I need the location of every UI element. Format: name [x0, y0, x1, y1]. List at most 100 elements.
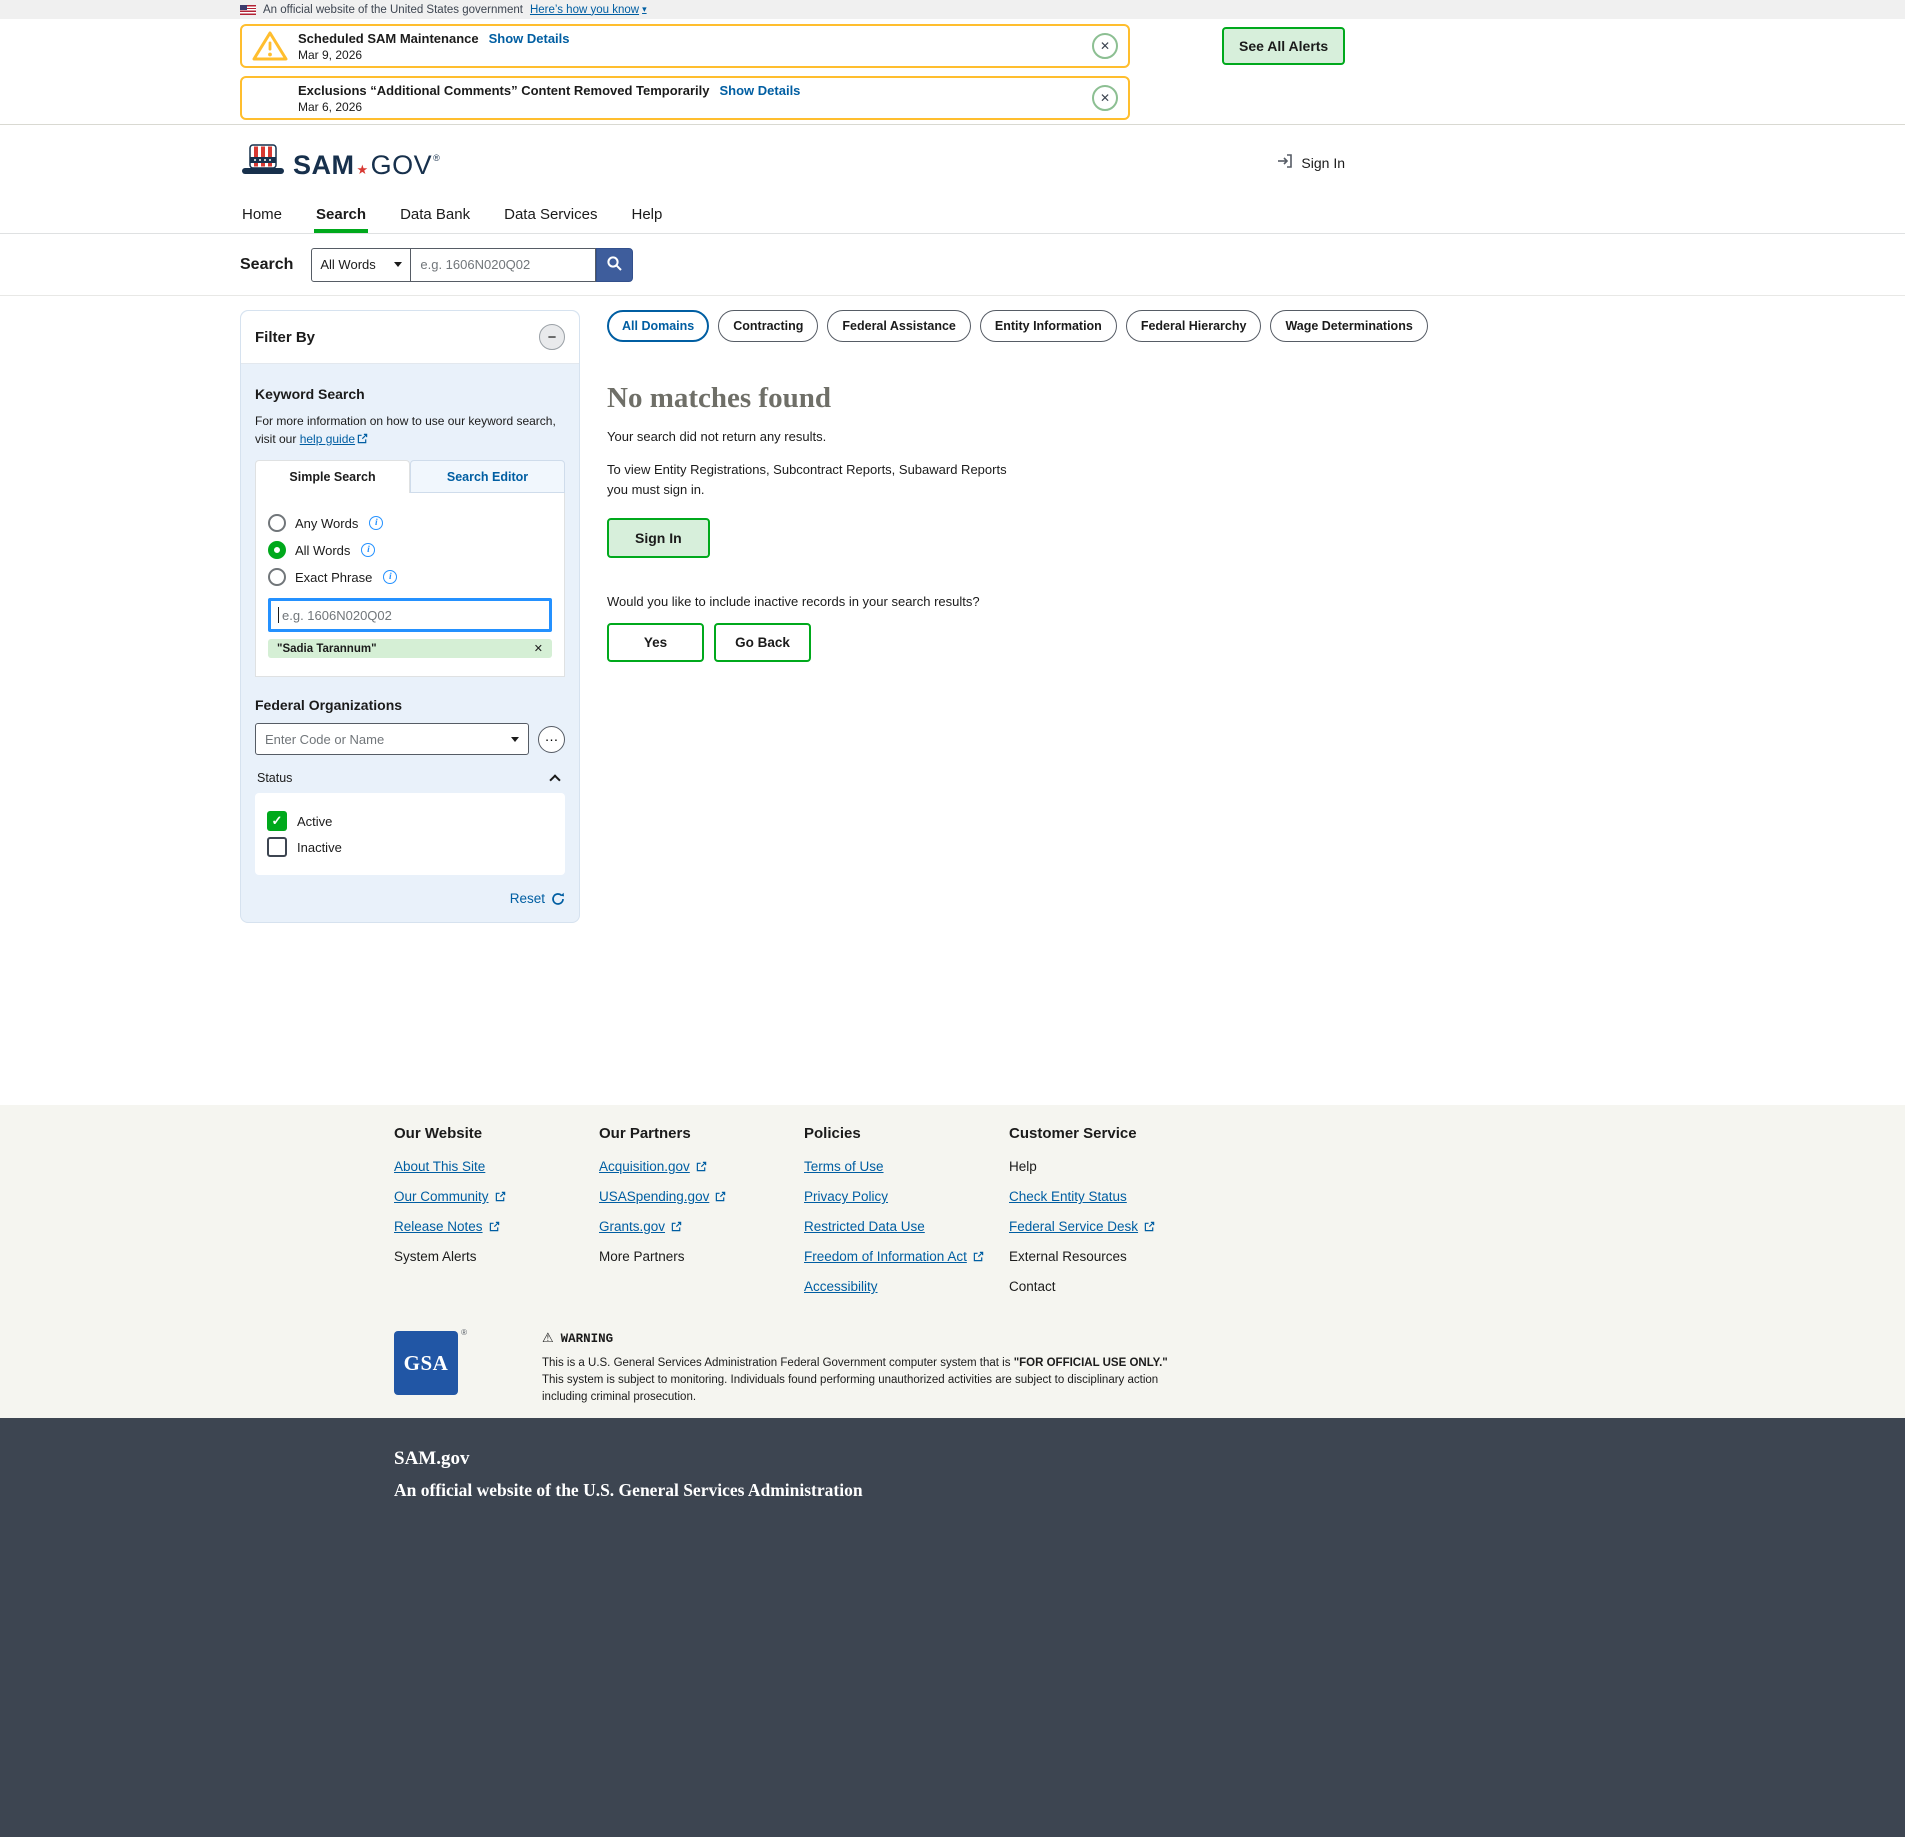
pill-federal-assistance[interactable]: Federal Assistance: [827, 310, 970, 342]
sign-in-button[interactable]: Sign In: [607, 518, 710, 558]
logo-sam-text: SAM: [293, 150, 355, 181]
footer-link-foia[interactable]: Freedom of Information Act: [804, 1249, 984, 1264]
radio-circle: [268, 514, 286, 532]
footer-link-grants-gov[interactable]: Grants.gov: [599, 1219, 682, 1234]
radio-all-words[interactable]: All Words i: [268, 541, 552, 559]
link-label: USASpending.gov: [599, 1189, 709, 1204]
gsa-logo-wrap: GSA ®: [394, 1331, 458, 1395]
keyword-search-title: Keyword Search: [255, 386, 565, 402]
pill-contracting[interactable]: Contracting: [718, 310, 818, 342]
alert-title: Scheduled SAM Maintenance: [298, 31, 479, 46]
alert-maintenance: Scheduled SAM Maintenance Show Details M…: [240, 24, 1130, 68]
footer-link-our-community[interactable]: Our Community: [394, 1189, 506, 1204]
close-icon[interactable]: ✕: [1092, 85, 1118, 111]
show-details-link[interactable]: Show Details: [720, 83, 801, 98]
external-link-icon: [715, 1191, 726, 1202]
dark-footer-title: SAM.gov: [394, 1448, 1905, 1470]
pill-entity-information[interactable]: Entity Information: [980, 310, 1117, 342]
checkbox-active[interactable]: ✓ Active: [267, 811, 553, 831]
inactive-records-question: Would you like to include inactive recor…: [607, 594, 1352, 609]
flag-canton: [240, 5, 247, 11]
sign-in-label: Sign In: [1301, 155, 1345, 171]
footer-link-system-alerts[interactable]: System Alerts: [394, 1249, 477, 1264]
nav-data-bank[interactable]: Data Bank: [398, 200, 472, 233]
footer-link-terms-of-use[interactable]: Terms of Use: [804, 1159, 884, 1174]
nav-home[interactable]: Home: [240, 200, 284, 233]
footer-link-contact[interactable]: Contact: [1009, 1279, 1056, 1294]
alert-body: Scheduled SAM Maintenance Show Details M…: [298, 31, 1080, 62]
info-icon[interactable]: i: [383, 570, 397, 584]
nav-help[interactable]: Help: [629, 200, 664, 233]
chip-remove-icon[interactable]: ✕: [534, 642, 543, 655]
footer-col-title: Our Website: [394, 1125, 599, 1142]
org-more-options-button[interactable]: …: [538, 726, 565, 753]
filter-panel-header: Filter By −: [241, 311, 579, 364]
search-input[interactable]: [411, 248, 596, 282]
dark-footer: SAM.gov An official website of the U.S. …: [0, 1418, 1905, 1837]
refresh-icon: [551, 892, 565, 906]
tab-simple-search[interactable]: Simple Search: [255, 460, 410, 493]
info-icon[interactable]: i: [369, 516, 383, 530]
keyword-input[interactable]: [268, 598, 552, 632]
warning-p1-bold: "FOR OFFICIAL USE ONLY.": [1014, 1357, 1168, 1369]
sam-gov-logo[interactable]: SAM ★ GOV ®: [240, 144, 440, 181]
no-matches-heading: No matches found: [607, 382, 1352, 415]
footer-link-federal-service-desk[interactable]: Federal Service Desk: [1009, 1219, 1155, 1234]
collapse-filters-button[interactable]: −: [539, 324, 565, 350]
org-select-placeholder: Enter Code or Name: [265, 732, 384, 747]
footer-link-check-entity-status[interactable]: Check Entity Status: [1009, 1189, 1127, 1204]
no-results-subtext: Your search did not return any results.: [607, 429, 1352, 444]
status-section-header[interactable]: Status: [255, 769, 565, 793]
keyword-chip: "Sadia Tarannum" ✕: [268, 639, 552, 658]
chevron-down-icon: [511, 737, 519, 742]
reset-filters-link[interactable]: Reset: [255, 891, 565, 906]
nav-data-services[interactable]: Data Services: [502, 200, 599, 233]
footer-link-usaspending-gov[interactable]: USASpending.gov: [599, 1189, 726, 1204]
search-scope-select[interactable]: All Words: [311, 248, 411, 282]
footer-link-release-notes[interactable]: Release Notes: [394, 1219, 500, 1234]
footer-link-help[interactable]: Help: [1009, 1159, 1037, 1174]
close-icon[interactable]: ✕: [1092, 33, 1118, 59]
footer-link-more-partners[interactable]: More Partners: [599, 1249, 685, 1264]
top-hat-icon: [240, 144, 286, 181]
radio-exact-phrase[interactable]: Exact Phrase i: [268, 568, 552, 586]
primary-nav: Home Search Data Bank Data Services Help: [0, 200, 1905, 234]
footer-link-external-resources[interactable]: External Resources: [1009, 1249, 1127, 1264]
filter-panel: Filter By − Keyword Search For more info…: [240, 310, 580, 923]
footer-link-about-this-site[interactable]: About This Site: [394, 1159, 485, 1174]
footer-columns: Our Website About This Site Our Communit…: [394, 1125, 1905, 1309]
search-label: Search: [240, 256, 293, 274]
link-label: Our Community: [394, 1189, 489, 1204]
footer-col-customer-service: Customer Service Help Check Entity Statu…: [1009, 1125, 1214, 1309]
radio-label: Exact Phrase: [295, 570, 372, 585]
checkbox-checked: ✓: [267, 811, 287, 831]
tab-search-editor[interactable]: Search Editor: [410, 460, 565, 493]
show-details-link[interactable]: Show Details: [489, 31, 570, 46]
header-sign-in-link[interactable]: Sign In: [1276, 152, 1345, 173]
sign-in-note: To view Entity Registrations, Subcontrac…: [607, 460, 1027, 500]
help-guide-link[interactable]: help guide: [300, 432, 368, 446]
registered-mark: ®: [433, 153, 440, 163]
footer-link-acquisition-gov[interactable]: Acquisition.gov: [599, 1159, 707, 1174]
pill-all-domains[interactable]: All Domains: [607, 310, 709, 342]
pill-federal-hierarchy[interactable]: Federal Hierarchy: [1126, 310, 1262, 342]
federal-organizations-select[interactable]: Enter Code or Name: [255, 723, 529, 755]
alerts-section: Scheduled SAM Maintenance Show Details M…: [0, 19, 1905, 125]
nav-search[interactable]: Search: [314, 200, 368, 233]
see-all-alerts-button[interactable]: See All Alerts: [1222, 27, 1345, 65]
footer-link-accessibility[interactable]: Accessibility: [804, 1279, 878, 1294]
yes-button[interactable]: Yes: [607, 623, 704, 662]
footer-link-restricted-data-use[interactable]: Restricted Data Use: [804, 1219, 925, 1234]
pill-wage-determinations[interactable]: Wage Determinations: [1270, 310, 1427, 342]
footer-link-privacy-policy[interactable]: Privacy Policy: [804, 1189, 888, 1204]
search-submit-button[interactable]: [596, 248, 633, 282]
info-icon[interactable]: i: [361, 543, 375, 557]
warning-p1-post: This system is subject to monitoring. In…: [542, 1374, 1158, 1403]
checkbox-inactive[interactable]: Inactive: [267, 837, 553, 857]
external-link-icon: [495, 1191, 506, 1202]
us-flag-icon: [240, 5, 256, 15]
radio-any-words[interactable]: Any Words i: [268, 514, 552, 532]
banner-how-link[interactable]: Here’s how you know ▾: [530, 4, 647, 16]
reset-label: Reset: [510, 891, 545, 906]
go-back-button[interactable]: Go Back: [714, 623, 811, 662]
